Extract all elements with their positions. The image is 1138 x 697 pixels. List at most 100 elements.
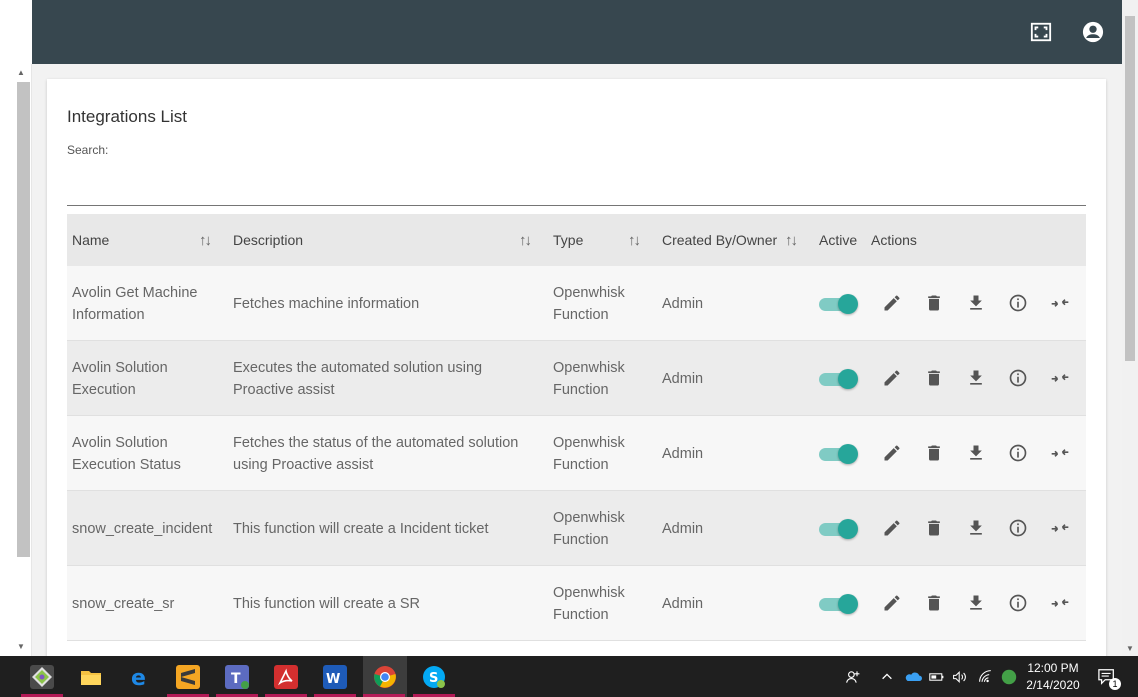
active-toggle[interactable] [819,369,858,389]
left-scroll-thumb[interactable] [17,82,30,557]
link-icon[interactable] [1050,518,1070,538]
link-icon[interactable] [1050,443,1070,463]
info-icon[interactable] [1008,368,1028,388]
cell-name: snow_create_incident [72,520,213,537]
sort-icon[interactable]: ↑↓ [199,232,212,249]
account-circle-icon[interactable] [1082,21,1104,43]
edit-icon[interactable] [882,593,902,613]
active-toggle[interactable] [819,594,858,614]
download-icon[interactable] [966,368,986,388]
word-icon[interactable]: W [323,665,347,689]
cell-description: Executes the automated solution using Pr… [233,359,483,398]
search-input[interactable] [67,171,1086,206]
scroll-up-icon[interactable]: ▲ [17,68,25,77]
toggle-knob [838,519,858,539]
chevron-up-icon[interactable] [880,656,894,697]
link-icon[interactable] [1050,368,1070,388]
clock-date: 2/14/2020 [1026,678,1080,692]
scroll-down-icon[interactable]: ▼ [1126,644,1134,653]
cell-name: Avolin Solution Execution Status [72,434,181,473]
toggle-knob [838,444,858,464]
cell-type: Openwhisk Function [553,359,625,398]
edit-icon[interactable] [882,293,902,313]
cell-created-by: Admin [662,445,704,462]
delete-icon[interactable] [924,593,944,613]
file-explorer-icon[interactable] [79,665,103,689]
taskbar-clock[interactable]: 12:00 PM 2/14/2020 [1018,660,1088,694]
teams-icon[interactable]: T [225,665,249,689]
main-content: Integrations List Search: Name ↑↓ Descri… [32,64,1122,656]
sort-icon[interactable]: ↑↓ [628,232,641,249]
cell-created-by: Admin [662,595,704,612]
cell-created-by: Admin [662,370,704,387]
cell-created-by: Admin [662,295,704,312]
integrations-card: Integrations List Search: Name ↑↓ Descri… [47,79,1106,656]
header-name[interactable]: Name [72,214,109,266]
people-icon[interactable] [845,656,861,697]
link-icon[interactable] [1050,593,1070,613]
delete-icon[interactable] [924,293,944,313]
table-row: Avolin Solution Execution Status Fetches … [67,416,1086,491]
delete-icon[interactable] [924,368,944,388]
top-app-bar [32,0,1122,64]
battery-icon[interactable] [929,656,945,697]
delete-icon[interactable] [924,443,944,463]
sort-icon[interactable]: ↑↓ [785,232,798,249]
download-icon[interactable] [966,593,986,613]
clock-time: 12:00 PM [1027,661,1079,675]
download-icon[interactable] [966,443,986,463]
cell-name: snow_create_sr [72,595,175,612]
info-icon[interactable] [1008,293,1028,313]
integrations-table: Name ↑↓ Description ↑↓ Type ↑↓ Created B… [67,214,1086,641]
header-description[interactable]: Description [233,214,303,266]
cell-description: Fetches the status of the automated solu… [233,434,519,473]
cell-type: Openwhisk Function [553,284,625,323]
fullscreen-icon[interactable] [1030,21,1052,43]
sublime-icon[interactable] [176,665,200,689]
info-icon[interactable] [1008,593,1028,613]
windows-taskbar: e T W S 12:00 PM 2/14/2020 1 [0,656,1138,697]
status-dot-icon[interactable] [1000,656,1018,697]
cell-name: Avolin Solution Execution [72,359,168,398]
download-icon[interactable] [966,518,986,538]
cell-type: Openwhisk Function [553,584,625,623]
search-label: Search: [67,143,109,157]
toggle-knob [838,594,858,614]
right-scrollbar[interactable]: ▼ [1122,0,1138,656]
active-toggle[interactable] [819,294,858,314]
header-created-by[interactable]: Created By/Owner [662,214,777,266]
git-icon[interactable] [30,665,54,689]
edit-icon[interactable] [882,443,902,463]
left-blank-area [0,0,32,64]
edit-icon[interactable] [882,368,902,388]
svg-text:W: W [326,672,340,687]
notification-icon[interactable]: 1 [1097,656,1121,697]
acrobat-icon[interactable] [274,665,298,689]
active-toggle[interactable] [819,519,858,539]
edit-icon[interactable] [882,518,902,538]
link-icon[interactable] [1050,293,1070,313]
download-icon[interactable] [966,293,986,313]
delete-icon[interactable] [924,518,944,538]
cell-description: Fetches machine information [233,295,420,312]
left-scrollbar[interactable]: ▲ ▼ [0,64,32,656]
info-icon[interactable] [1008,518,1028,538]
cell-created-by: Admin [662,520,704,537]
chrome-icon[interactable] [373,665,397,689]
notification-count-badge: 1 [1109,678,1121,690]
svg-text:e: e [131,666,146,689]
onedrive-icon[interactable] [904,656,922,697]
scroll-down-icon[interactable]: ▼ [17,642,25,651]
page-title: Integrations List [67,107,188,126]
right-scroll-thumb[interactable] [1125,16,1135,361]
table-header: Name ↑↓ Description ↑↓ Type ↑↓ Created B… [67,214,1086,266]
edge-icon[interactable]: e [128,665,152,691]
skype-icon[interactable]: S [422,665,446,689]
volume-icon[interactable] [952,656,968,697]
active-toggle[interactable] [819,444,858,464]
header-type[interactable]: Type [553,214,583,266]
info-icon[interactable] [1008,443,1028,463]
header-active: Active [819,232,858,248]
sort-icon[interactable]: ↑↓ [519,232,532,249]
wifi-icon[interactable] [978,656,994,697]
